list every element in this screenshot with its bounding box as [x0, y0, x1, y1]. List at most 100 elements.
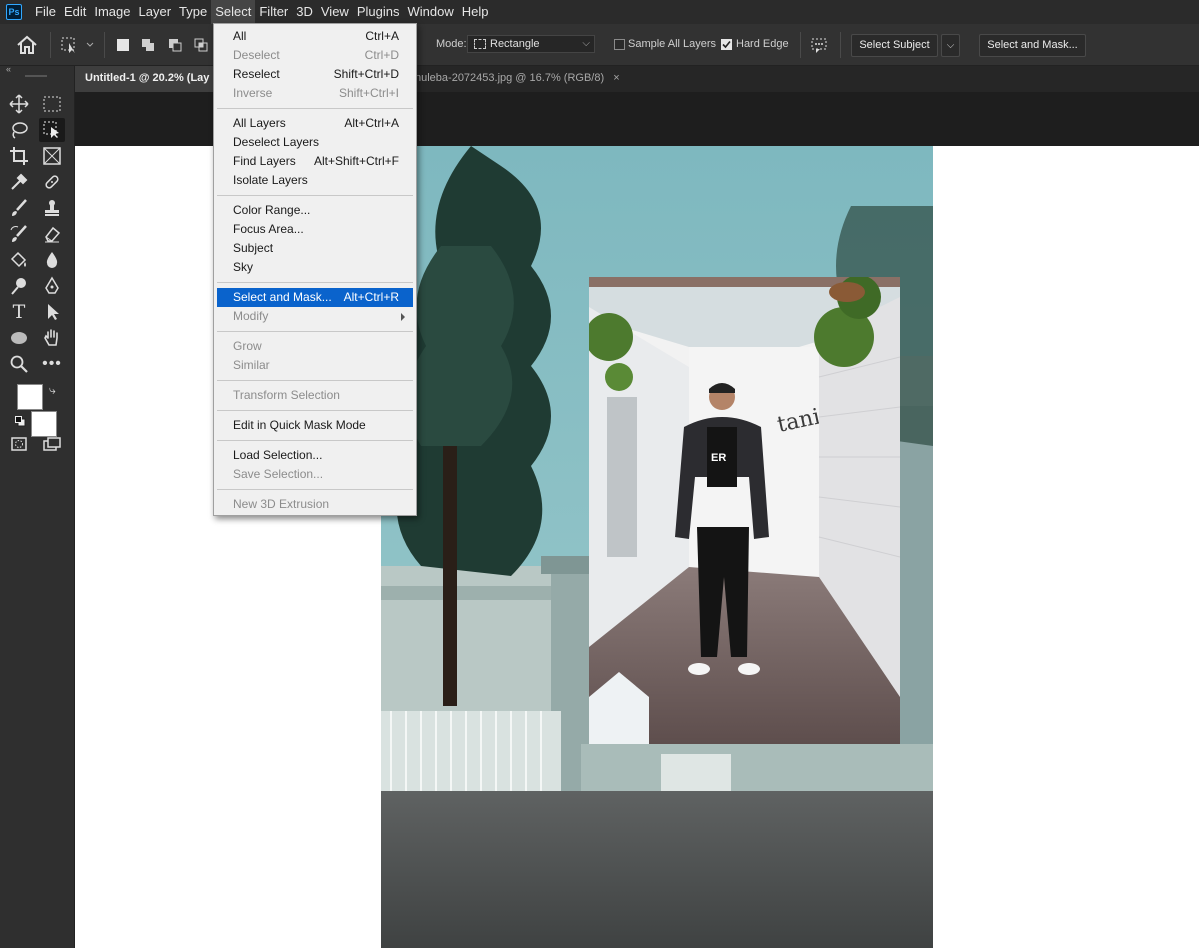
menu-item-edit-in-quick-mask-mode[interactable]: Edit in Quick Mask Mode [217, 416, 413, 435]
more-tools-icon[interactable]: ••• [39, 352, 65, 376]
rectangular-marquee-tool-icon[interactable] [39, 92, 65, 116]
menu-item-isolate-layers[interactable]: Isolate Layers [217, 171, 413, 190]
select-subject-dropdown-button[interactable]: ⌵ [941, 34, 960, 57]
spot-healing-brush-tool-icon[interactable] [39, 170, 65, 194]
tab-untitled-1[interactable]: Untitled-1 @ 20.2% (Lay [75, 66, 215, 92]
default-colors-icon[interactable] [15, 416, 26, 427]
lasso-tool-icon[interactable] [6, 118, 32, 142]
separator [50, 32, 51, 58]
menu-item-load-selection[interactable]: Load Selection... [217, 446, 413, 465]
home-icon[interactable] [16, 35, 38, 58]
history-brush-tool-icon[interactable] [6, 222, 32, 246]
separator [840, 32, 841, 58]
menu-3d[interactable]: 3D [292, 0, 317, 24]
move-tool-icon[interactable] [6, 92, 32, 116]
options-bar: Mode: Rectangle ⌵ Sample All Layers Hard… [0, 24, 1199, 66]
sample-all-layers-label: Sample All Layers [628, 38, 717, 50]
submenu-arrow-icon [401, 313, 405, 321]
swap-colors-icon[interactable]: ⤷ [49, 383, 56, 398]
menu-separator [217, 282, 413, 283]
zoom-tool-icon[interactable] [6, 352, 32, 376]
collapse-panel-icon[interactable]: « [6, 64, 11, 74]
menu-item-deselect-layers[interactable]: Deselect Layers [217, 133, 413, 152]
hand-tool-icon[interactable] [39, 326, 65, 350]
add-to-selection-icon[interactable] [141, 38, 155, 52]
subtract-from-selection-icon[interactable] [168, 38, 182, 52]
menu-image[interactable]: Image [90, 0, 134, 24]
paint-bucket-tool-icon[interactable] [6, 248, 32, 272]
menu-window[interactable]: Window [403, 0, 457, 24]
menu-separator [217, 108, 413, 109]
menu-item-all[interactable]: All Ctrl+A [217, 27, 413, 46]
tab-nuleba-image[interactable]: nuleba-2072453.jpg @ 16.7% (RGB/8) × [405, 66, 635, 92]
screen-mode-icon[interactable] [39, 432, 65, 456]
panel-grip[interactable] [25, 75, 47, 77]
menu-item-color-range[interactable]: Color Range... [217, 201, 413, 220]
menu-filter[interactable]: Filter [255, 0, 292, 24]
menu-item-select-and-mask[interactable]: Select and Mask... Alt+Ctrl+R [217, 288, 413, 307]
menu-item-transform-selection: Transform Selection [233, 388, 340, 402]
menu-view[interactable]: View [317, 0, 353, 24]
menu-item-inverse: Inverse Shift+Ctrl+I [233, 86, 399, 100]
mode-label: Mode: [436, 38, 467, 50]
menu-item-save-selection: Save Selection... [233, 467, 324, 481]
menu-item-new-3d-extrusion: New 3D Extrusion [233, 497, 330, 511]
menu-plugins[interactable]: Plugins [353, 0, 404, 24]
menu-item-sky[interactable]: Sky [217, 258, 413, 277]
type-tool-icon[interactable]: T [6, 300, 32, 324]
menu-item-focus-area[interactable]: Focus Area... [217, 220, 413, 239]
close-tab-icon[interactable]: × [613, 72, 619, 84]
intersect-selection-icon[interactable] [194, 38, 208, 52]
ellipse-tool-icon[interactable] [6, 326, 32, 350]
svg-text:ER: ER [711, 452, 726, 464]
menu-layer[interactable]: Layer [135, 0, 176, 24]
hard-edge-checkbox[interactable] [721, 39, 732, 50]
menu-help[interactable]: Help [458, 0, 493, 24]
menu-separator [217, 489, 413, 490]
menu-file[interactable]: File [31, 0, 60, 24]
eyedropper-tool-icon[interactable] [6, 170, 32, 194]
menu-item-modify: Modify [217, 307, 413, 326]
menu-edit[interactable]: Edit [60, 0, 90, 24]
brush-tool-icon[interactable] [6, 196, 32, 220]
select-and-mask-button[interactable]: Select and Mask... [979, 34, 1086, 57]
object-selection-preset-icon[interactable] [60, 36, 96, 57]
refine-speech-bubble-icon[interactable] [810, 37, 830, 58]
new-selection-icon[interactable] [116, 38, 130, 52]
separator [800, 32, 801, 58]
chevron-down-icon: ⌵ [582, 38, 590, 49]
foreground-color-swatch[interactable] [17, 384, 43, 410]
select-subject-button[interactable]: Select Subject [851, 34, 938, 57]
frame-tool-icon[interactable] [39, 144, 65, 168]
menu-item-all-layers[interactable]: All Layers Alt+Ctrl+A [217, 114, 413, 133]
menu-type[interactable]: Type [175, 0, 211, 24]
rectangle-mode-icon [474, 39, 486, 49]
blur-tool-icon[interactable] [39, 248, 65, 272]
chevron-down-icon: ⌵ [946, 40, 955, 51]
menu-item-reselect[interactable]: Reselect Shift+Ctrl+D [217, 65, 413, 84]
menu-item-subject[interactable]: Subject [217, 239, 413, 258]
pen-tool-icon[interactable] [39, 274, 65, 298]
menu-item-deselect: Deselect Ctrl+D [233, 48, 399, 62]
man-in-alley-photo-layer: tanist ER [589, 277, 900, 744]
menu-item-find-layers[interactable]: Find Layers Alt+Shift+Ctrl+F [217, 152, 413, 171]
mode-select-value: Rectangle [490, 38, 540, 50]
path-selection-tool-icon[interactable] [39, 300, 65, 324]
separator [104, 32, 105, 58]
tab-label: nuleba-2072453.jpg @ 16.7% (RGB/8) [415, 72, 605, 84]
dodge-tool-icon[interactable] [6, 274, 32, 298]
crop-tool-icon[interactable] [6, 144, 32, 168]
mode-select[interactable]: Rectangle ⌵ [467, 35, 595, 53]
menu-separator [217, 440, 413, 441]
menu-bar: Ps File Edit Image Layer Type Select Fil… [0, 0, 1199, 24]
sample-all-layers-checkbox[interactable] [614, 39, 625, 50]
menu-item-similar: Similar [233, 358, 270, 372]
object-selection-tool-icon[interactable] [39, 118, 65, 142]
clone-stamp-tool-icon[interactable] [39, 196, 65, 220]
eraser-tool-icon[interactable] [39, 222, 65, 246]
menu-select[interactable]: Select [211, 0, 256, 24]
tools-panel: « T ••• ⤷ [0, 64, 75, 948]
quick-mask-icon[interactable] [6, 432, 32, 456]
hard-edge-label: Hard Edge [736, 38, 789, 50]
menu-separator [217, 410, 413, 411]
